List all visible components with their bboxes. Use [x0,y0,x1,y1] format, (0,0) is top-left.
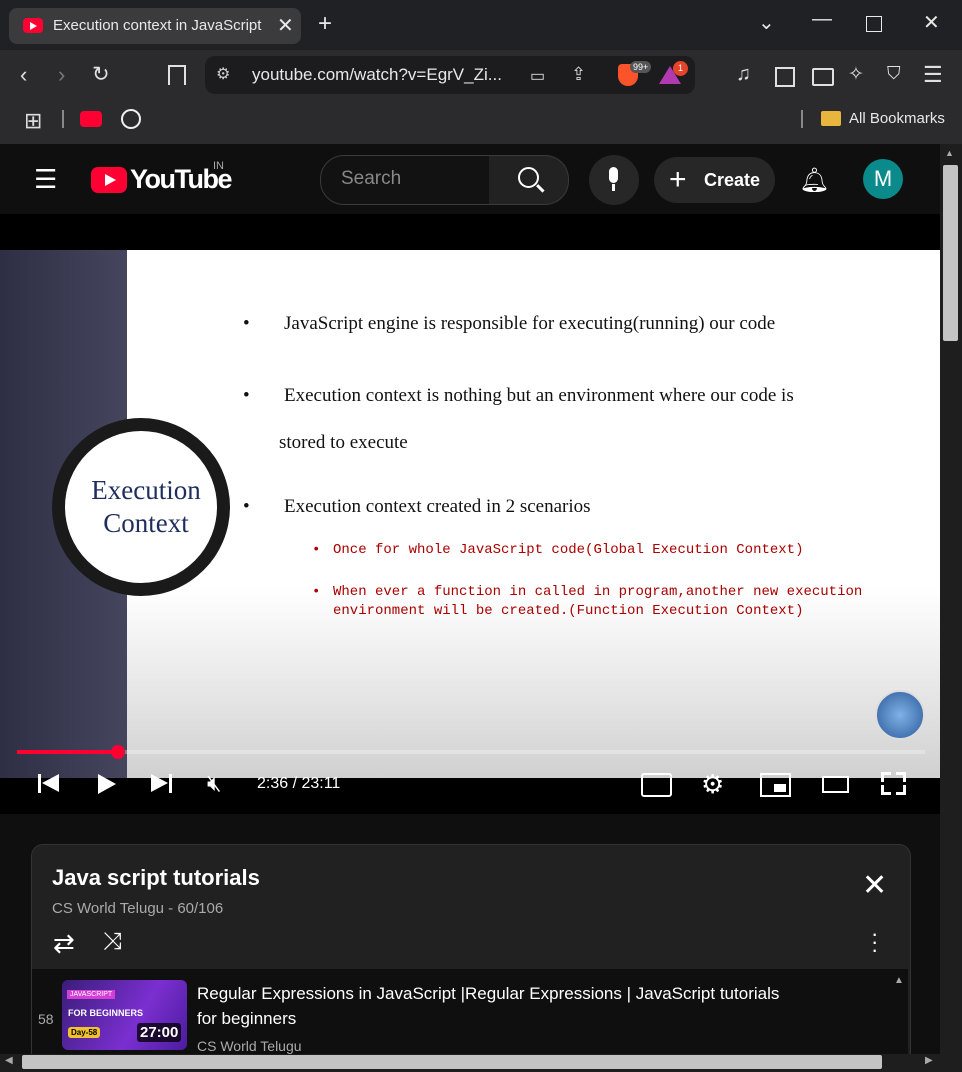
tab-close-icon[interactable]: ✕ [277,13,294,38]
youtube-bookmark-icon[interactable] [80,111,102,127]
microphone-icon-stand [612,184,615,191]
guide-menu-icon[interactable]: ☰ [34,164,57,195]
sub-bullet-2-marker: • [312,584,321,600]
thumbnail-caption: FOR BEGINNERS [68,1008,144,1018]
sub-bullet-2-text: When ever a function in called in progra… [333,584,863,600]
menu-icon[interactable]: ☰ [923,62,943,88]
apps-grid-icon[interactable]: ⊞ [24,108,42,134]
playlist-item-index: 58 [38,1011,54,1027]
brave-badge: 99+ [630,61,652,73]
create-label: Create [704,170,761,190]
wallet-icon[interactable] [812,68,834,86]
mute-icon[interactable]: 🔇︎ [207,770,222,797]
forward-icon[interactable]: › [58,62,65,88]
media-icon[interactable]: ♫ [736,63,751,86]
bullet-3-marker: • [243,496,250,517]
playlist-item-channel[interactable]: CS World Telugu [197,1038,302,1054]
playlist-item-title[interactable]: Regular Expressions in JavaScript |Regul… [197,984,779,1004]
play-button-icon[interactable] [98,774,116,794]
reload-icon[interactable]: ↻ [92,62,110,87]
sub-bullet-1-text: Once for whole JavaScript code(Global Ex… [333,542,804,558]
sidebar-icon[interactable] [775,67,795,87]
maximize-icon[interactable] [866,16,882,32]
scroll-up-arrow-icon[interactable]: ▲ [945,148,954,158]
rewards-badge: 1 [673,61,688,76]
window-close-icon[interactable]: ✕ [923,10,940,35]
scroll-right-arrow-icon[interactable]: ▶ [925,1055,933,1066]
search-placeholder: Search [341,168,402,189]
tab-title: Execution context in JavaScript [53,17,262,34]
url-text[interactable]: youtube.com/watch?v=EgrV_Zi... [252,65,502,85]
bookmark-separator [62,110,64,128]
playlist-item-title-continuation[interactable]: for beginners [197,1009,296,1029]
shuffle-icon[interactable]: ⤨ [103,928,122,956]
bullet-1-marker: • [243,313,250,334]
vpn-shield-icon[interactable]: ⛉ [887,63,901,84]
bookmark-icon[interactable] [168,65,186,85]
sub-bullet-2-continuation: environment will be created.(Function Ex… [333,603,804,619]
bullet-1-text: JavaScript engine is responsible for exe… [284,313,776,334]
scroll-left-arrow-icon[interactable]: ◀ [5,1055,13,1066]
bookmark-separator [801,110,803,128]
leo-ai-icon[interactable]: ✧ [848,63,864,86]
thumbnail-tag: JAVASCRIPT [67,990,116,999]
bullet-2-marker: • [243,385,250,406]
chatgpt-bookmark-icon[interactable] [121,109,141,129]
share-icon[interactable]: ⇪ [571,64,586,85]
browser-tab[interactable]: Execution context in JavaScript ✕ [9,8,301,44]
youtube-favicon-icon [23,18,43,33]
site-info-icon[interactable]: ⚙ [216,64,230,84]
youtube-play-glyph-icon [105,174,116,186]
vertical-scroll-thumb[interactable] [943,165,958,341]
previous-button-icon[interactable] [42,774,59,792]
video-duration: 27:00 [137,1023,182,1042]
loop-icon[interactable]: ⇄ [53,928,75,959]
settings-gear-icon[interactable]: ⚙ [701,769,724,800]
captions-icon[interactable] [641,773,672,797]
theater-mode-icon[interactable] [822,776,849,793]
microphone-icon [609,167,618,183]
previous-icon-bar [38,774,41,793]
seek-bar[interactable] [17,750,925,754]
back-icon[interactable]: ‹ [20,62,27,88]
slide-title-line-1: Execution [91,475,201,505]
next-icon-bar [169,774,172,793]
folder-icon[interactable] [821,111,841,126]
account-avatar[interactable]: M [863,159,903,199]
channel-watermark-logo[interactable] [875,690,925,740]
playlist-title[interactable]: Java script tutorials [52,865,260,891]
time-display: 2:36 / 23:11 [257,775,341,792]
bullet-2-text: Execution context is nothing but an envi… [284,385,794,406]
slide-title: Execution Context [62,474,230,540]
more-actions-icon[interactable]: · · · [871,923,878,961]
slide-title-line-2: Context [103,508,189,538]
playlist-subtitle[interactable]: CS World Telugu - 60/106 [52,900,223,917]
all-bookmarks-link[interactable]: All Bookmarks [849,110,945,127]
close-playlist-icon[interactable]: ✕ [862,868,887,903]
sub-bullet-1-marker: • [312,542,321,558]
next-button-icon[interactable] [151,774,168,792]
new-tab-icon[interactable]: + [318,10,332,38]
bookmarks-bar [0,100,962,144]
plus-icon: + [669,163,687,196]
horizontal-scroll-thumb[interactable] [22,1055,882,1069]
install-app-icon[interactable]: ▭ [530,66,545,86]
seek-bar-played [17,750,118,754]
country-code: IN [213,160,224,172]
tab-search-chevron-icon[interactable]: ⌄ [758,10,775,35]
notifications-bell-icon[interactable]: 🔔︎ [799,166,829,195]
bullet-2-continuation: stored to execute [279,432,408,453]
thumbnail-day: Day-58 [68,1027,101,1038]
minimize-icon[interactable]: — [812,8,832,31]
miniplayer-icon-inner [774,784,786,792]
fullscreen-icon[interactable] [881,772,906,795]
seek-handle[interactable] [111,745,125,759]
bullet-3-text: Execution context created in 2 scenarios [284,496,591,517]
playlist-scroll-up-icon[interactable]: ▲ [894,975,904,986]
